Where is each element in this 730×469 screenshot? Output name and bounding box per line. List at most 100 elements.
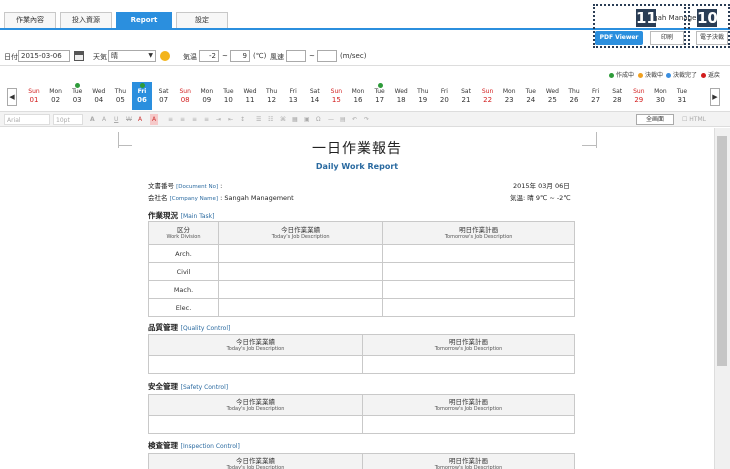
table-icon[interactable]: ▦ (292, 114, 298, 125)
calendar-day[interactable]: Mon 30 (650, 82, 670, 110)
calendar-date: 21 (461, 96, 471, 104)
strikethrough-icon[interactable]: W (126, 114, 132, 125)
tab-work-content[interactable]: 作業內容 (4, 12, 56, 28)
calendar-day[interactable]: Thu 12 (262, 82, 282, 110)
wind-min-input[interactable] (286, 50, 306, 62)
bold-icon[interactable]: A (90, 114, 95, 125)
section-main-task: 作業現況 [Main Task] (148, 211, 215, 220)
media-icon[interactable]: ▤ (340, 114, 346, 125)
calendar-day[interactable]: Wed 18 (391, 82, 411, 110)
image-icon[interactable]: ▣ (304, 114, 310, 125)
calendar-weekday: Tue (525, 88, 536, 95)
calendar-day[interactable]: Sun 29 (629, 82, 649, 110)
calendar-date: 30 (655, 96, 665, 104)
calendar-day[interactable]: Sat 28 (607, 82, 627, 110)
calendar-weekday: Sun (179, 88, 191, 95)
calendar-weekday: Fri (592, 88, 600, 95)
list-icon[interactable]: ☰ (256, 114, 261, 125)
font-size-select[interactable]: 10pt (53, 114, 83, 125)
align-right-icon[interactable]: ≡ (192, 114, 197, 125)
undo-icon[interactable]: ↶ (352, 114, 357, 125)
tab-settings[interactable]: 設定 (176, 12, 228, 28)
calendar-weekday: Thu (114, 88, 127, 95)
calendar-day[interactable]: Mon 02 (46, 82, 66, 110)
calendar-day[interactable]: Fri 20 (434, 82, 454, 110)
date-input[interactable]: 2015-03-06 (18, 50, 70, 62)
calendar-day[interactable]: Fri 13 (283, 82, 303, 110)
indent-icon[interactable]: ⇥ (216, 114, 221, 125)
quality-table: 今日作業業績 Today's Job Description 明日作業計画 Tomo… (148, 334, 575, 374)
vertical-scrollbar[interactable] (714, 128, 730, 469)
calendar-day[interactable]: Fri 06 (132, 82, 152, 110)
calendar-day[interactable]: Tue 03 (67, 82, 87, 110)
numbered-list-icon[interactable]: ☷ (268, 114, 273, 125)
calendar-icon[interactable] (74, 51, 84, 61)
document-title: 一日作業報告 (312, 141, 402, 157)
calendar-weekday: Tue (374, 88, 385, 95)
calendar-day[interactable]: Thu 05 (110, 82, 130, 110)
calendar-day[interactable]: Sat 14 (305, 82, 325, 110)
calendar-day[interactable]: Tue 10 (218, 82, 238, 110)
highlight-icon[interactable]: A (150, 114, 159, 125)
calendar-date: 16 (353, 96, 363, 104)
calendar-day[interactable]: Sun 08 (175, 82, 195, 110)
table-row (148, 355, 575, 374)
calendar-date: 12 (267, 96, 277, 104)
weather-select[interactable]: 晴 ▼ (108, 50, 156, 62)
align-justify-icon[interactable]: ≡ (204, 114, 209, 125)
col-tomorrow: 明日作業計画 Tomorrow's Job Description (362, 453, 575, 469)
calendar-date: 11 (245, 96, 255, 104)
redo-icon[interactable]: ↷ (364, 114, 369, 125)
calendar-day[interactable]: Thu 19 (413, 82, 433, 110)
col-tomorrow: 明日作業計画 Tomorrow's Job Description (362, 334, 575, 356)
font-family-select[interactable]: Arial (4, 114, 50, 125)
calendar-day[interactable]: Sun 22 (478, 82, 498, 110)
calendar-day[interactable]: Mon 23 (499, 82, 519, 110)
tab-resources[interactable]: 投入資源 (60, 12, 112, 28)
calendar-day[interactable]: Mon 09 (197, 82, 217, 110)
calendar-day[interactable]: Tue 24 (521, 82, 541, 110)
document-editor[interactable]: 一日作業報告 Daily Work Report 文書番号 [Document … (0, 128, 714, 469)
calendar-day[interactable]: Wed 04 (89, 82, 109, 110)
tab-report[interactable]: Report (116, 12, 172, 28)
link-icon[interactable]: ⌘ (280, 114, 286, 125)
table-row: Civil (148, 262, 575, 281)
scrollbar-thumb[interactable] (717, 136, 727, 366)
calendar-weekday: Sun (28, 88, 40, 95)
calendar-day[interactable]: Sun 01 (24, 82, 44, 110)
calendar-weekday: Tue (72, 88, 83, 95)
calendar-day[interactable]: Tue 31 (672, 82, 692, 110)
calendar-day[interactable]: Mon 16 (348, 82, 368, 110)
wind-label: 風速 (270, 53, 284, 61)
text-color-icon[interactable]: A (138, 114, 142, 125)
align-left-icon[interactable]: ≡ (168, 114, 173, 125)
outdent-icon[interactable]: ⇤ (228, 114, 233, 125)
calendar-weekday: Sat (158, 88, 169, 95)
calendar-day[interactable]: Tue 17 (370, 82, 390, 110)
fullscreen-button[interactable]: 全画面 (636, 114, 674, 125)
prev-month-button[interactable]: ◀ (7, 88, 17, 106)
temp-min-input[interactable]: -2 (199, 50, 219, 62)
temp-max-input[interactable]: 9 (230, 50, 250, 62)
line-height-icon[interactable]: ↕ (240, 114, 245, 125)
font-color-icon[interactable]: A (102, 114, 106, 125)
calendar-date: 13 (288, 96, 298, 104)
hr-icon[interactable]: — (328, 114, 334, 125)
calendar-day[interactable]: Wed 11 (240, 82, 260, 110)
calendar-day[interactable]: Fri 27 (586, 82, 606, 110)
wind-max-input[interactable] (317, 50, 337, 62)
underline-icon[interactable]: U (114, 114, 118, 125)
special-char-icon[interactable]: Ω (316, 114, 321, 125)
html-toggle[interactable]: ☐ HTML (682, 114, 706, 125)
status-dot-icon (377, 83, 383, 88)
calendar-date: 22 (483, 96, 493, 104)
calendar-day[interactable]: Sun 15 (326, 82, 346, 110)
calendar-day[interactable]: Thu 26 (564, 82, 584, 110)
calendar-day[interactable]: Wed 25 (542, 82, 562, 110)
calendar-weekday: Mon (49, 88, 62, 95)
next-month-button[interactable]: ▶ (710, 88, 720, 106)
calendar-weekday: Tue (676, 88, 688, 95)
align-center-icon[interactable]: ≡ (180, 114, 185, 125)
calendar-day[interactable]: Sat 21 (456, 82, 476, 110)
calendar-day[interactable]: Sat 07 (154, 82, 174, 110)
